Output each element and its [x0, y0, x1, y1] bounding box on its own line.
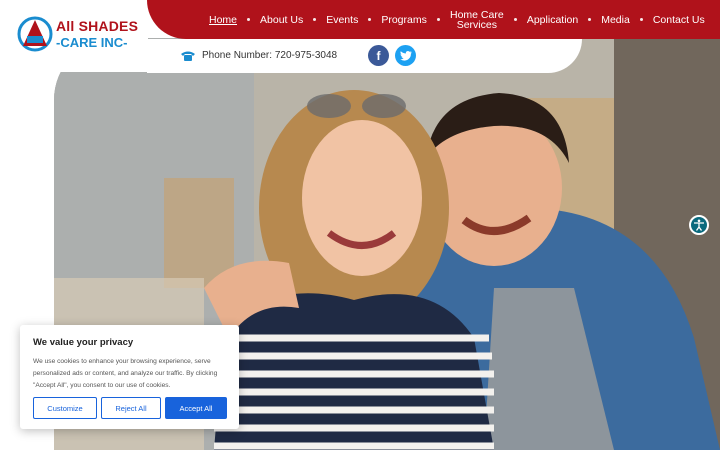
- logo-name-line2: -CARE INC-: [56, 35, 128, 50]
- nav-item-application[interactable]: Application: [527, 14, 578, 25]
- nav-separator: [588, 18, 592, 21]
- nav-list: Home About Us Events Programs Home Care …: [209, 0, 705, 39]
- nav-item-media[interactable]: Media: [601, 14, 630, 25]
- phone-contact[interactable]: Phone Number: 720-975-3048: [180, 50, 337, 61]
- nav-item-contact-us[interactable]: Contact Us: [653, 14, 705, 25]
- cookie-banner-text: We use cookies to enhance your browsing …: [33, 358, 218, 389]
- nav-separator: [368, 18, 372, 21]
- contact-strip: Phone Number: 720-975-3048 f: [147, 39, 582, 73]
- nav-item-home[interactable]: Home: [209, 14, 237, 25]
- twitter-icon[interactable]: [395, 45, 416, 66]
- nav-separator: [313, 18, 317, 21]
- nav-separator: [639, 18, 643, 21]
- nav-separator: [247, 18, 251, 21]
- cookie-banner-actions: Customize Reject All Accept All: [33, 397, 227, 419]
- nav-separator: [513, 18, 517, 21]
- accessibility-icon[interactable]: [689, 215, 709, 235]
- cookie-banner-title: We value your privacy: [33, 337, 134, 348]
- nav-item-programs[interactable]: Programs: [381, 14, 427, 25]
- accept-all-button[interactable]: Accept All: [165, 397, 227, 419]
- accessibility-figure-icon: [694, 219, 704, 231]
- facebook-icon[interactable]: f: [368, 45, 389, 66]
- nav-item-events[interactable]: Events: [326, 14, 358, 25]
- cookie-consent-banner: We value your privacy We use cookies to …: [20, 325, 239, 429]
- nav-item-about-us[interactable]: About Us: [260, 14, 303, 25]
- twitter-bird-icon: [399, 50, 412, 61]
- phone-number-label: Phone Number: 720-975-3048: [202, 50, 338, 61]
- phone-icon: [181, 51, 195, 61]
- customize-button[interactable]: Customize: [33, 397, 97, 419]
- reject-all-button[interactable]: Reject All: [101, 397, 161, 419]
- nav-item-home-care-services[interactable]: Home Care Services: [450, 9, 504, 30]
- main-navigation: Home About Us Events Programs Home Care …: [147, 0, 720, 39]
- logo-emblem-icon: [17, 16, 53, 52]
- logo-name-line1: All SHADES: [56, 18, 139, 34]
- site-logo[interactable]: All SHADES -CARE INC-: [16, 16, 139, 56]
- nav-separator: [436, 18, 440, 21]
